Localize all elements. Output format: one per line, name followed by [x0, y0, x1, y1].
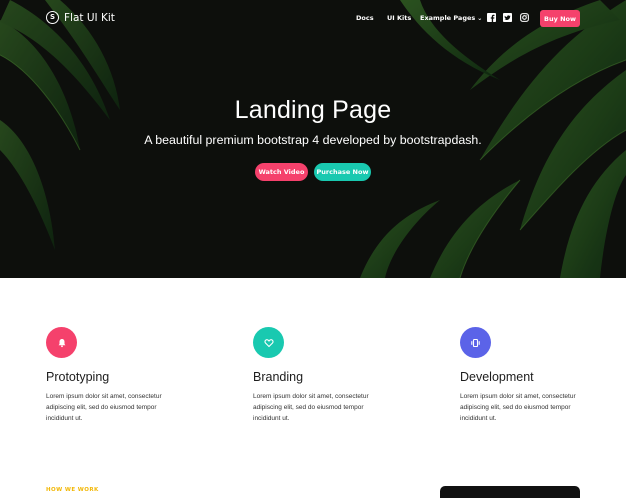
bell-icon — [46, 327, 77, 358]
feature-description: Lorem ipsum dolor sit amet, consectetur … — [253, 393, 369, 422]
twitter-icon[interactable] — [503, 13, 512, 22]
chevron-down-icon: ⌄ — [477, 15, 483, 22]
feature-development: Development Lorem ipsum dolor sit amet, … — [460, 327, 620, 424]
brand[interactable]: S Flat UI Kit — [46, 11, 115, 24]
feature-description: Lorem ipsum dolor sit amet, consectetur … — [46, 393, 162, 422]
instagram-icon[interactable] — [520, 13, 529, 22]
facebook-icon[interactable] — [487, 13, 496, 22]
brand-logo-icon: S — [46, 11, 59, 24]
feature-title: Prototyping — [46, 370, 110, 384]
hero-title: Landing Page — [234, 96, 392, 124]
brand-name: Flat UI Kit — [64, 11, 115, 24]
navbar: S Flat UI Kit Docs UI Kits Example Pages… — [0, 0, 626, 38]
buy-now-button[interactable]: Buy Now — [540, 10, 580, 27]
nav-link-example-pages-label: Example Pages — [420, 14, 476, 22]
hero-section: S Flat UI Kit Docs UI Kits Example Pages… — [0, 0, 626, 278]
purchase-now-button[interactable]: Purchase Now — [314, 163, 371, 181]
nav-link-docs[interactable]: Docs — [356, 14, 374, 22]
nav-link-ui-kits[interactable]: UI Kits — [387, 14, 411, 22]
feature-title: Branding — [253, 370, 304, 384]
heart-icon — [253, 327, 284, 358]
feature-prototyping: Prototyping Lorem ipsum dolor sit amet, … — [46, 327, 206, 424]
nav-link-example-pages[interactable]: Example Pages ⌄ — [420, 14, 482, 22]
watch-video-button[interactable]: Watch Video — [255, 163, 308, 181]
feature-title: Development — [460, 370, 534, 384]
feature-branding: Branding Lorem ipsum dolor sit amet, con… — [253, 327, 413, 424]
hero-subtitle: A beautiful premium bootstrap 4 develope… — [144, 133, 482, 147]
device-preview-card — [440, 486, 580, 498]
vibrate-icon — [460, 327, 491, 358]
feature-description: Lorem ipsum dolor sit amet, consectetur … — [460, 393, 576, 422]
how-we-work-label: HOW WE WORK — [46, 487, 99, 493]
